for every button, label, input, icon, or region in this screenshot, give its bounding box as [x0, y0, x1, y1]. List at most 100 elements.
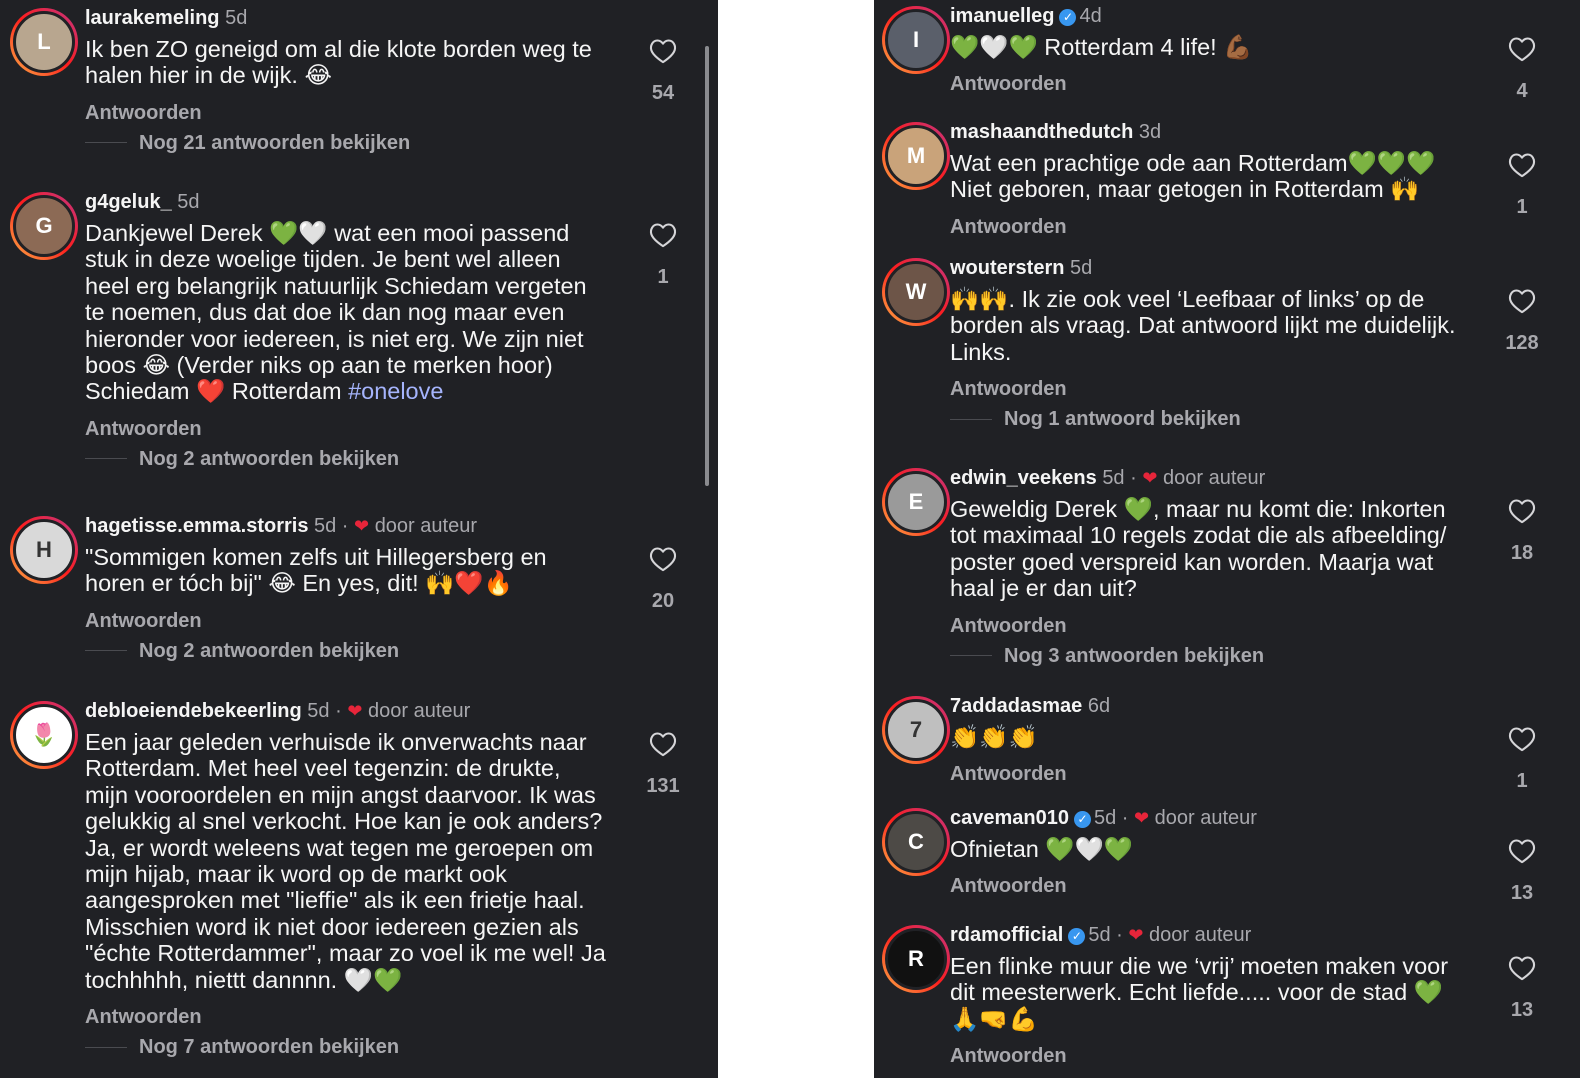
comment-header: g4geluk_ 5d [85, 190, 623, 214]
liked-by-author-label: door auteur [1154, 807, 1257, 829]
heart-outline-icon[interactable] [633, 38, 693, 69]
heart-outline-icon[interactable] [1492, 36, 1552, 67]
like-column: 1 [1492, 152, 1552, 219]
reply-button[interactable]: Antwoorden [950, 1044, 1482, 1068]
avatar-image: G [13, 195, 75, 257]
like-count: 18 [1510, 542, 1534, 564]
reply-button[interactable]: Antwoorden [950, 72, 1482, 96]
reply-button[interactable]: Antwoorden [950, 874, 1482, 898]
comment-content: rdamofficial ✓ 5d · ❤ door auteur Een flink… [950, 923, 1482, 1068]
hashtag-link[interactable]: #onelove [348, 378, 443, 404]
comment-header: rdamofficial ✓ 5d · ❤ door auteur [950, 924, 1252, 946]
comment-body: "Sommigen komen zelfs uit Hillegersberg … [85, 544, 547, 597]
view-replies-label: Nog 21 antwoorden bekijken [139, 131, 411, 154]
like-column: 1 [633, 222, 693, 289]
heart-outline-icon[interactable] [633, 731, 693, 762]
comment-content: laurakemeling 5d Ik ben ZO geneigd om al … [85, 6, 623, 155]
avatar[interactable]: R [882, 925, 950, 993]
timestamp: 5d [225, 7, 248, 29]
comment-header: laurakemeling 5d [85, 6, 623, 30]
comment-content: mashaandthedutch 3d Wat een prachtige ode… [950, 120, 1482, 239]
username[interactable]: rdamofficial [950, 924, 1063, 946]
avatar[interactable]: M [882, 122, 950, 190]
comment-text: Geweldig Derek 💚, maar nu komt die: Inko… [950, 496, 1482, 602]
avatar[interactable]: C [882, 808, 950, 876]
comment-body: Dankjewel Derek 💚🤍 wat een mooi passend … [85, 220, 587, 405]
comments-panel-right: Iimanuelleg ✓ 4d 💚🤍💚 Rotterdam 4 life! 💪🏾 An… [874, 0, 1580, 1078]
timestamp: 5d [1093, 807, 1117, 829]
view-replies-button[interactable]: Nog 2 antwoorden bekijken [85, 447, 623, 471]
avatar-image: I [885, 9, 947, 71]
reply-button[interactable]: Antwoorden [85, 101, 623, 125]
comment-body: Een jaar geleden verhuisde ik onverwacht… [85, 729, 606, 993]
reply-button[interactable]: Antwoorden [950, 215, 1482, 239]
heart-outline-icon[interactable] [633, 546, 693, 577]
avatar-image: R [885, 928, 947, 990]
view-replies-button[interactable]: Nog 7 antwoorden bekijken [85, 1035, 623, 1059]
heart-outline-icon[interactable] [633, 222, 693, 253]
heart-outline-icon[interactable] [1492, 498, 1552, 529]
reply-button[interactable]: Antwoorden [85, 609, 623, 633]
timestamp: 5d [1102, 467, 1125, 489]
view-replies-button[interactable]: Nog 3 antwoorden bekijken [950, 644, 1482, 668]
comment-body: 👏👏👏 [950, 724, 1038, 750]
username[interactable]: 7addadasmae [950, 695, 1082, 717]
comment-content: debloeiendebekeerling 5d · ❤ door auteur… [85, 699, 623, 1059]
heart-outline-icon[interactable] [1492, 152, 1552, 183]
like-column: 128 [1492, 288, 1552, 355]
timestamp: 5d [177, 191, 200, 213]
comment-body: Ofnietan 💚🤍💚 [950, 836, 1134, 862]
username[interactable]: edwin_veekens [950, 467, 1097, 489]
timestamp: 5d [1088, 924, 1111, 946]
red-heart-icon: ❤ [354, 516, 370, 536]
view-replies-label: Nog 2 antwoorden bekijken [139, 447, 400, 470]
avatar[interactable]: E [882, 468, 950, 536]
like-column: 4 [1492, 36, 1552, 103]
view-replies-button[interactable]: Nog 21 antwoorden bekijken [85, 131, 623, 155]
username[interactable]: hagetisse.emma.storris [85, 515, 308, 537]
view-replies-button[interactable]: Nog 2 antwoorden bekijken [85, 639, 623, 663]
avatar[interactable]: I [882, 6, 950, 74]
username[interactable]: caveman010 [950, 807, 1069, 829]
heart-outline-icon[interactable] [1492, 838, 1552, 869]
heart-outline-icon[interactable] [1492, 726, 1552, 757]
reply-button[interactable]: Antwoorden [950, 614, 1482, 638]
username[interactable]: debloeiendebekeerling [85, 700, 302, 722]
heart-outline-icon[interactable] [1492, 288, 1552, 319]
comment-content: imanuelleg ✓ 4d 💚🤍💚 Rotterdam 4 life! 💪🏾 Ant… [950, 4, 1482, 96]
username[interactable]: g4geluk_ [85, 191, 172, 213]
timestamp: 3d [1138, 121, 1162, 143]
avatar-image: M [885, 125, 947, 187]
comment-content: hagetisse.emma.storris 5d · ❤ door auteu… [85, 514, 623, 663]
avatar-image: W [885, 261, 947, 323]
scrollbar[interactable] [705, 46, 709, 486]
reply-button[interactable]: Antwoorden [950, 762, 1482, 786]
reply-button[interactable]: Antwoorden [85, 1005, 623, 1029]
avatar[interactable]: L [10, 8, 78, 76]
reply-button[interactable]: Antwoorden [950, 377, 1482, 401]
divider-line [85, 458, 127, 460]
like-column: 1 [1492, 726, 1552, 793]
view-replies-button[interactable]: Nog 1 antwoord bekijken [950, 407, 1482, 431]
like-column: 13 [1492, 955, 1552, 1022]
reply-button[interactable]: Antwoorden [85, 417, 623, 441]
avatar[interactable]: G [10, 192, 78, 260]
avatar-image: E [885, 471, 947, 533]
comment-content: 7addadasmae 6d 👏👏👏 Antwoorden [950, 694, 1482, 786]
view-replies-label: Nog 1 antwoord bekijken [1004, 408, 1241, 431]
comment-content: wouterstern 5d 🙌🙌. Ik zie ook veel ‘Leefb… [950, 256, 1482, 431]
comment-header: 7addadasmae 6d [950, 694, 1482, 718]
divider-line [950, 418, 992, 420]
heart-outline-icon[interactable] [1492, 955, 1552, 986]
username[interactable]: laurakemeling [85, 7, 220, 29]
avatar-image: L [13, 11, 75, 73]
username[interactable]: mashaandthedutch [950, 121, 1133, 143]
username[interactable]: imanuelleg [950, 5, 1054, 27]
avatar[interactable]: 7 [882, 696, 950, 764]
avatar-image: 🌷 [13, 704, 75, 766]
avatar[interactable]: 🌷 [10, 701, 78, 769]
username[interactable]: wouterstern [950, 257, 1064, 279]
divider-line [85, 650, 127, 652]
avatar[interactable]: H [10, 516, 78, 584]
avatar[interactable]: W [882, 258, 950, 326]
